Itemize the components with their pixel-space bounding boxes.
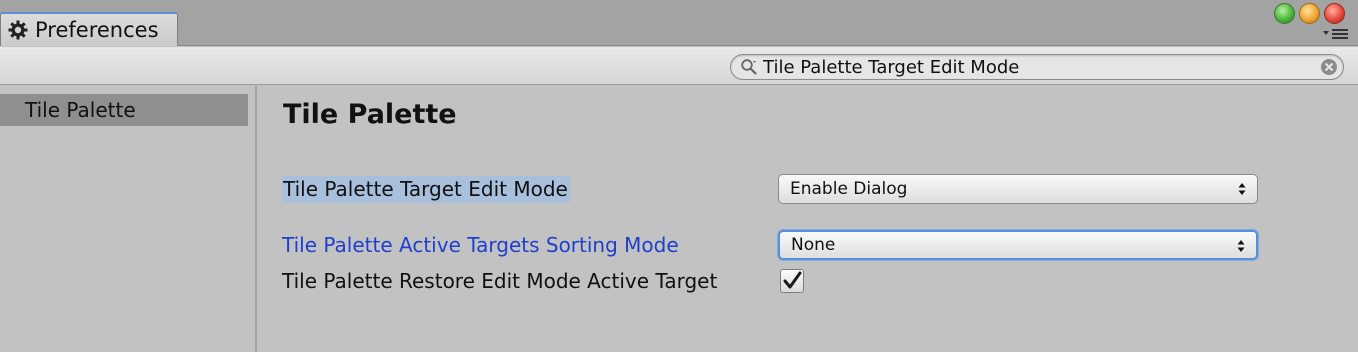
tab-title: Preferences [35, 18, 159, 42]
dropdown-value: Enable Dialog [790, 179, 908, 199]
target-edit-mode-label: Tile Palette Target Edit Mode [282, 176, 570, 203]
maximize-button[interactable] [1274, 3, 1295, 24]
sidebar-item-label: Tile Palette [25, 98, 136, 122]
section-title: Tile Palette [283, 99, 457, 130]
dropdown-arrows-icon [1237, 180, 1247, 198]
gear-icon [7, 19, 29, 41]
window-titlebar: Preferences [0, 0, 1358, 46]
restore-active-target-label: Tile Palette Restore Edit Mode Active Ta… [282, 269, 718, 293]
clear-icon[interactable] [1320, 58, 1338, 76]
dropdown-arrows-icon [1236, 237, 1246, 255]
close-button[interactable] [1324, 3, 1345, 24]
search-field[interactable] [730, 54, 1344, 80]
toolbar [0, 47, 1358, 85]
window-menu-icon[interactable] [1320, 25, 1352, 41]
restore-active-target-checkbox[interactable] [780, 269, 804, 293]
settings-panel: Tile Palette Tile Palette Target Edit Mo… [259, 86, 1358, 352]
target-edit-mode-dropdown[interactable]: Enable Dialog [778, 174, 1258, 204]
checkmark-icon [783, 271, 802, 289]
sidebar-item-tile-palette[interactable]: Tile Palette [0, 94, 248, 126]
minimize-button[interactable] [1299, 3, 1320, 24]
dropdown-value: None [791, 235, 836, 255]
search-icon [739, 57, 759, 77]
sidebar: Tile Palette [0, 86, 257, 352]
sorting-mode-dropdown[interactable]: None [778, 230, 1258, 260]
sorting-mode-label: Tile Palette Active Targets Sorting Mode [282, 233, 679, 257]
search-input[interactable] [763, 56, 1303, 78]
preferences-tab[interactable]: Preferences [0, 12, 178, 46]
